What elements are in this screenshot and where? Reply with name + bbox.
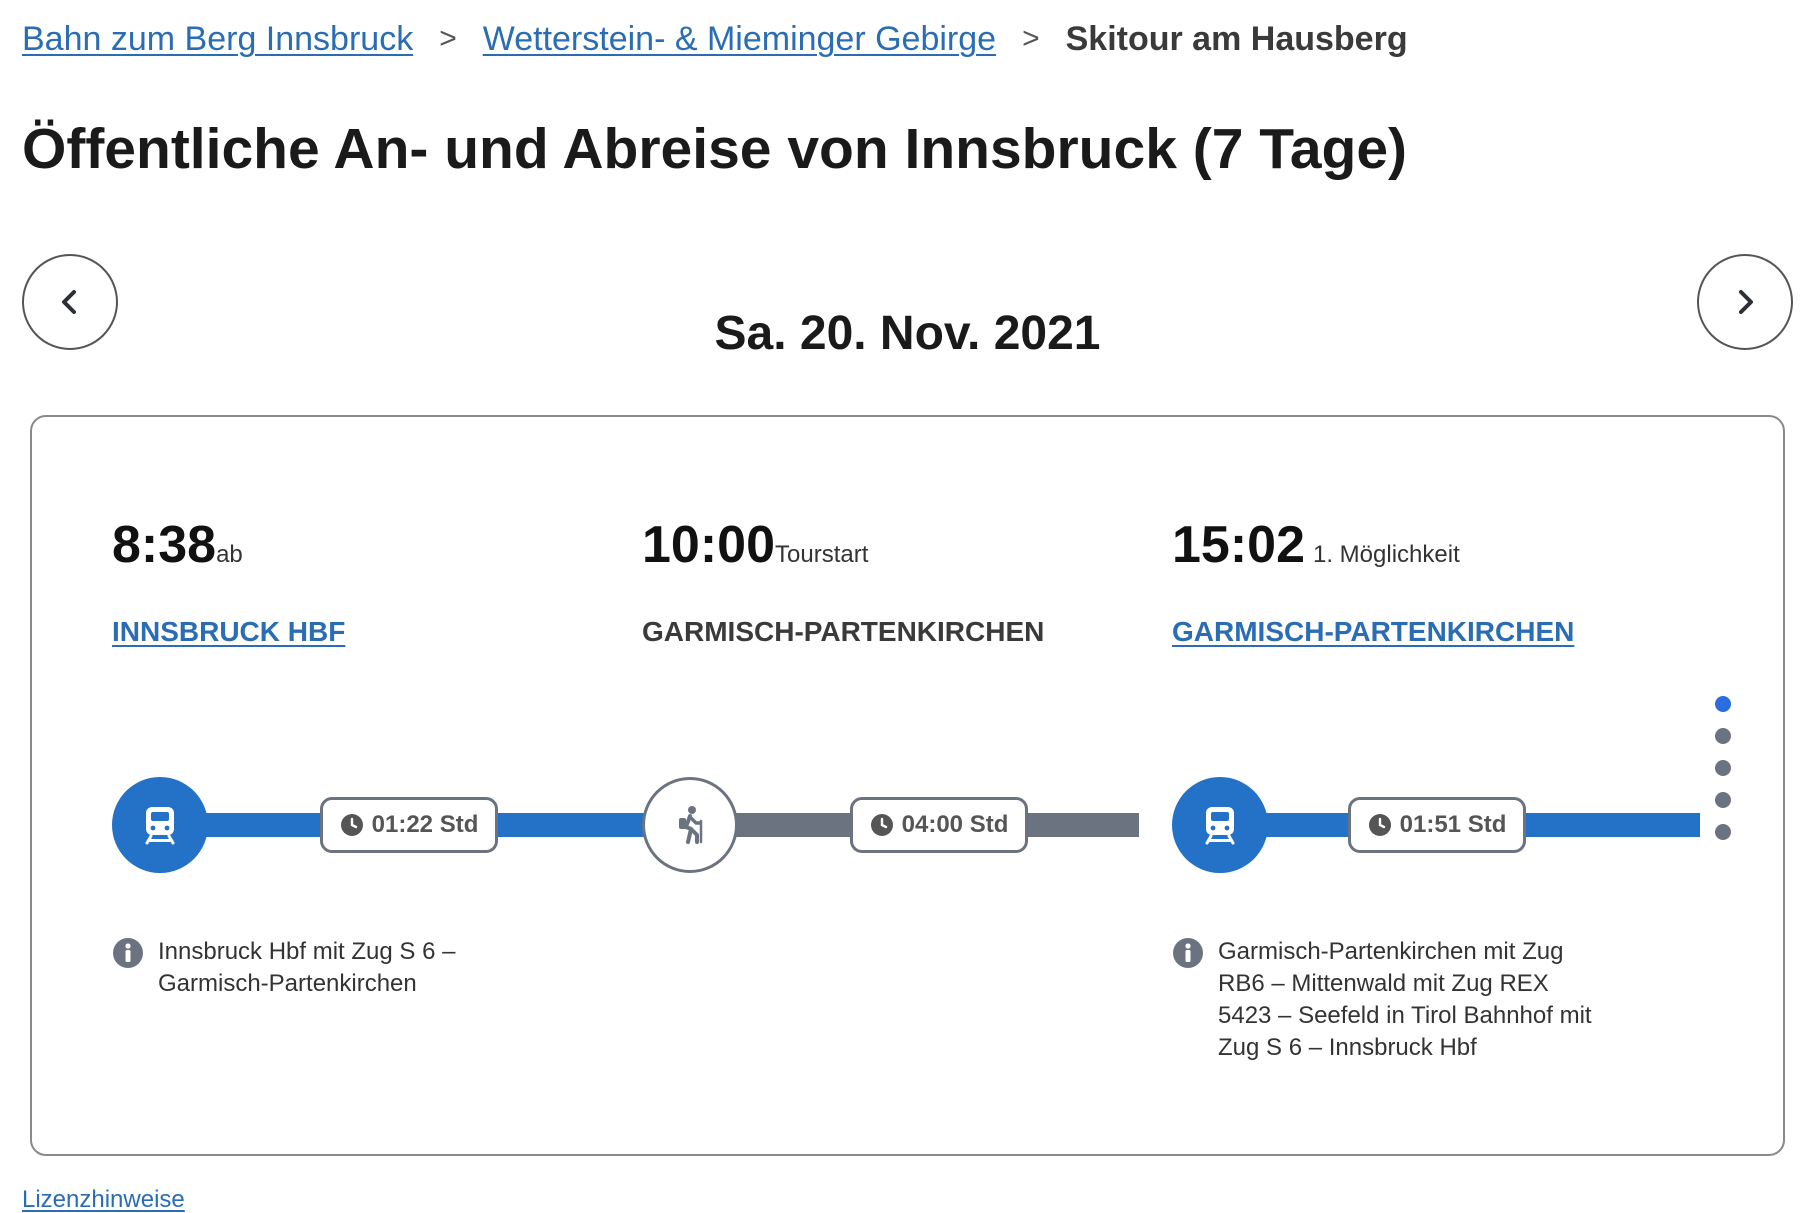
breadcrumb-link-region[interactable]: Wetterstein- & Mieminger Gebirge — [483, 20, 996, 59]
departure-time-suffix: ab — [216, 541, 243, 568]
return-train-stop — [1172, 777, 1268, 873]
return-time-suffix: 1. Möglichkeit — [1313, 541, 1460, 568]
tour-duration-badge: 04:00 Std — [850, 797, 1028, 853]
clock-icon — [1368, 814, 1391, 836]
breadcrumb: Bahn zum Berg Innsbruck > Wetterstein- &… — [22, 18, 1408, 60]
outbound-duration-badge: 01:22 Std — [320, 797, 498, 853]
page-title: Öffentliche An- und Abreise von Innsbruc… — [22, 117, 1408, 181]
pagination-dot-5[interactable] — [1715, 824, 1731, 840]
breadcrumb-separator: > — [1022, 22, 1040, 55]
return-info-text: Garmisch-Partenkirchen mit Zug RB6 – Mit… — [1218, 938, 1592, 1061]
tour-start-time-block: 10:00 Tourstart — [642, 515, 868, 575]
return-duration-badge: 01:51 Std — [1348, 797, 1526, 853]
outbound-info: Innsbruck Hbf mit Zug S 6 – Garmisch-Par… — [112, 936, 548, 1000]
chevron-right-icon — [1739, 290, 1753, 314]
next-day-button[interactable] — [1697, 254, 1793, 350]
return-time: 15:02 — [1172, 516, 1305, 574]
tour-start-time: 10:00 — [642, 516, 775, 574]
clock-icon — [340, 814, 363, 836]
info-icon — [1173, 938, 1203, 968]
tour-duration: 04:00 Std — [901, 811, 1009, 838]
tour-hike-stop — [642, 777, 738, 873]
tour-start-station: GARMISCH-PARTENKIRCHEN — [642, 616, 1045, 647]
breadcrumb-separator: > — [439, 22, 457, 55]
return-duration: 01:51 Std — [1399, 811, 1507, 838]
pagination-dot-2[interactable] — [1715, 728, 1731, 744]
pagination-dot-4[interactable] — [1715, 792, 1731, 808]
pagination-dot-3[interactable] — [1715, 760, 1731, 776]
license-link[interactable]: Lizenzhinweise — [22, 1186, 185, 1213]
hiker-icon — [679, 806, 703, 844]
outbound-duration: 01:22 Std — [371, 811, 479, 838]
clock-icon — [870, 814, 893, 836]
alternatives-pagination — [1715, 696, 1731, 840]
breadcrumb-link-innsbruck[interactable]: Bahn zum Berg Innsbruck — [22, 20, 413, 59]
outbound-info-text: Innsbruck Hbf mit Zug S 6 – Garmisch-Par… — [158, 938, 456, 997]
train-icon — [145, 807, 175, 845]
departure-station-link[interactable]: INNSBRUCK HBF — [112, 616, 345, 648]
departure-time-block: 8:38 ab — [112, 515, 243, 575]
breadcrumb-current: Skitour am Hausberg — [1065, 19, 1408, 58]
info-icon — [113, 938, 143, 968]
current-date: Sa. 20. Nov. 2021 — [714, 307, 1101, 360]
pagination-dot-1[interactable] — [1715, 696, 1731, 712]
return-time-block: 15:02 1. Möglichkeit — [1172, 515, 1460, 575]
return-station-link[interactable]: GARMISCH-PARTENKIRCHEN — [1172, 616, 1574, 648]
return-info: Garmisch-Partenkirchen mit Zug RB6 – Mit… — [1172, 936, 1608, 1064]
outbound-train-stop — [112, 777, 208, 873]
tour-start-suffix: Tourstart — [775, 541, 869, 568]
train-icon — [1205, 807, 1235, 845]
departure-time: 8:38 — [112, 516, 217, 574]
